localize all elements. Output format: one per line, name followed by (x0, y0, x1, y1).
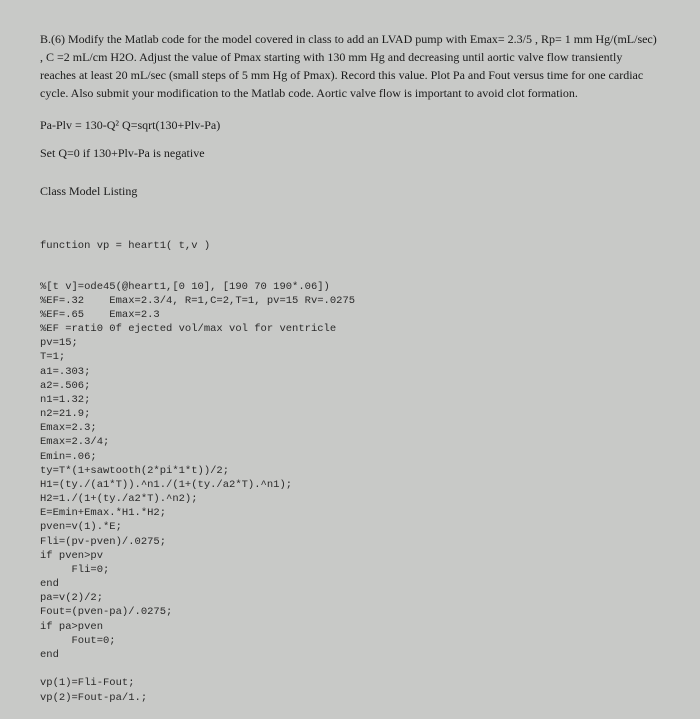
problem-statement: B.(6) Modify the Matlab code for the mod… (40, 30, 660, 102)
equation-2: Set Q=0 if 130+Plv-Pa is negative (40, 144, 660, 162)
function-declaration: function vp = heart1( t,v ) (40, 239, 660, 253)
code-listing-heading: Class Model Listing (40, 182, 660, 200)
equation-1: Pa-Plv = 130-Q² Q=sqrt(130+Plv-Pa) (40, 116, 660, 134)
matlab-code-block: function vp = heart1( t,v ) %[t v]=ode45… (40, 225, 660, 719)
function-body: %[t v]=ode45(@heart1,[0 10], [190 70 190… (40, 280, 660, 705)
